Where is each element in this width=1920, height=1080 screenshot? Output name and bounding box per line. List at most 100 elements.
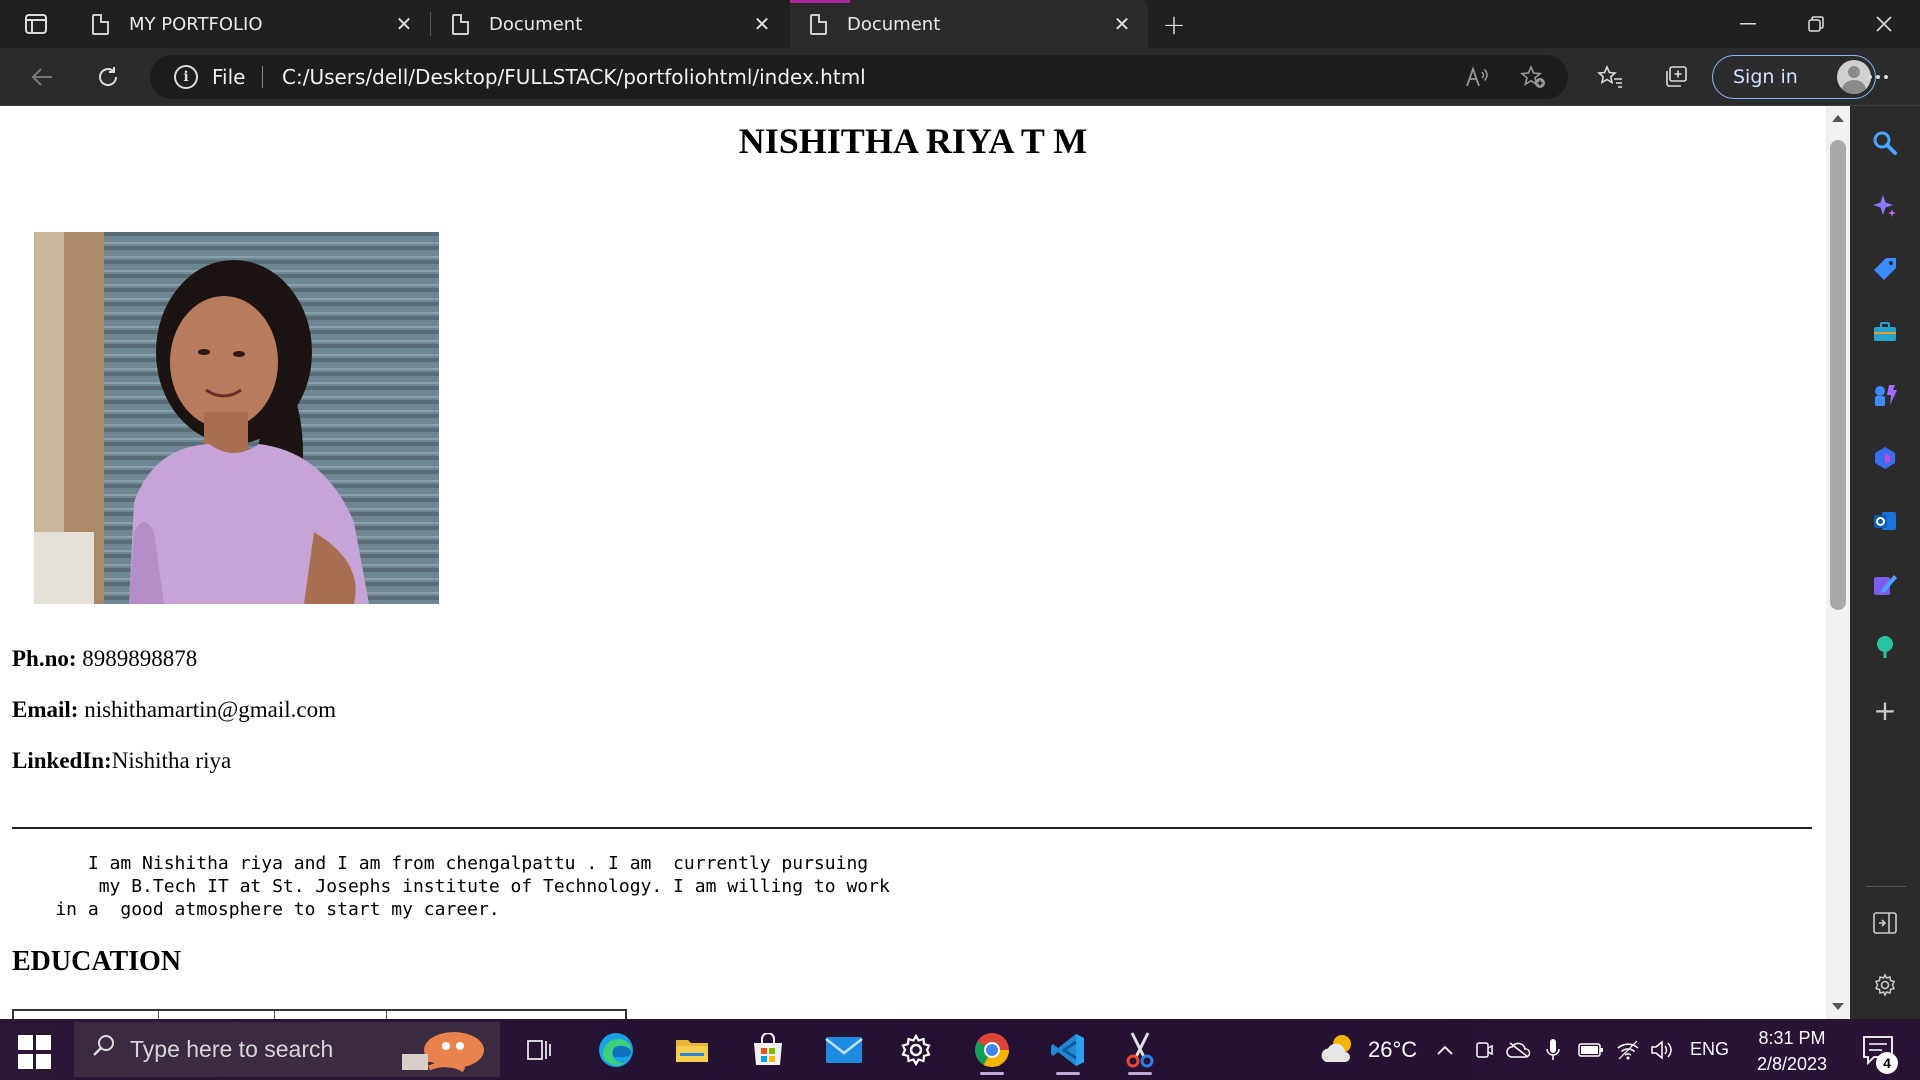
table-cell	[387, 1011, 625, 1019]
show-hidden-icons[interactable]	[1436, 1019, 1454, 1080]
tab-document-1[interactable]: Document ✕	[432, 0, 788, 48]
info-icon[interactable]: i	[174, 65, 198, 89]
tab-document-2-active[interactable]: Document ✕	[790, 0, 1148, 48]
tab-label: Document	[489, 13, 583, 35]
mail-icon[interactable]	[816, 1025, 872, 1075]
tab-strip: MY PORTFOLIO ✕ Document ✕ Document ✕ +	[0, 0, 1920, 48]
sidebar-discover-icon[interactable]	[1868, 189, 1902, 223]
snipping-tool-icon[interactable]	[1112, 1025, 1168, 1075]
document-icon	[810, 13, 827, 35]
taskbar-search-box[interactable]: Type here to search	[74, 1022, 500, 1077]
weather-widget[interactable]: 26°C	[1318, 1019, 1417, 1080]
email-label: Email:	[12, 697, 79, 722]
phone-value: 8989898878	[76, 646, 198, 671]
tab-close-icon[interactable]: ✕	[1110, 12, 1134, 36]
back-button[interactable]	[22, 58, 62, 96]
language-indicator[interactable]: ENG	[1690, 1019, 1729, 1080]
tab-loading-indicator	[790, 0, 850, 3]
sign-in-button[interactable]: Sign in	[1712, 55, 1876, 99]
tab-label: Document	[847, 13, 941, 35]
page-viewport: NISHITHA RIYA T M Ph.no: 8989898878 Emai…	[0, 106, 1826, 1019]
tab-separator	[430, 12, 431, 36]
windows-taskbar: Type here to search 26°C ENG 8:31 PM 2/8…	[0, 1019, 1920, 1080]
volume-icon[interactable]	[1650, 1019, 1674, 1080]
sidebar-settings-icon[interactable]	[1868, 968, 1902, 1002]
clock-date: 2/8/2023	[1756, 1054, 1828, 1074]
battery-icon[interactable]	[1578, 1019, 1604, 1080]
windows-start-icon[interactable]	[18, 1035, 52, 1069]
restore-button[interactable]	[1782, 0, 1850, 48]
linkedin-label: LinkedIn:	[12, 748, 112, 773]
linkedin-value: Nishitha riya	[111, 748, 232, 773]
wifi-icon[interactable]	[1616, 1019, 1640, 1080]
phone-label: Ph.no:	[12, 646, 77, 671]
page-title: NISHITHA RIYA T M	[738, 121, 1088, 161]
weather-temp: 26°C	[1368, 1036, 1418, 1062]
task-view-icon[interactable]	[512, 1025, 568, 1075]
scroll-down-icon[interactable]	[1832, 1003, 1844, 1010]
vscode-app-icon[interactable]	[1040, 1025, 1096, 1075]
browser-toolbar: i File C:/Users/dell/Desktop/FULLSTACK/p…	[0, 48, 1920, 106]
sidebar-outlook-icon[interactable]	[1868, 504, 1902, 538]
settings-app-icon[interactable]	[888, 1025, 944, 1075]
table-cell	[275, 1011, 387, 1019]
email-line: Email: nishithamartin@gmail.com	[12, 697, 336, 723]
sidebar-search-icon[interactable]	[1868, 126, 1902, 160]
tab-close-icon[interactable]: ✕	[392, 12, 416, 36]
meet-now-icon[interactable]	[1474, 1019, 1494, 1080]
sidebar-tree-icon[interactable]	[1868, 630, 1902, 664]
education-heading: EDUCATION	[12, 946, 182, 977]
sidebar-games-icon[interactable]	[1868, 378, 1902, 412]
microphone-icon[interactable]	[1546, 1019, 1560, 1080]
sidebar-tools-icon[interactable]	[1868, 315, 1902, 349]
taskbar-clock[interactable]: 8:31 PM 2/8/2023	[1736, 1025, 1848, 1077]
address-divider	[262, 66, 263, 88]
page-scrollbar[interactable]	[1826, 106, 1850, 1019]
address-bar[interactable]: i File C:/Users/dell/Desktop/FULLSTACK/p…	[150, 55, 1568, 99]
tab-actions-icon[interactable]	[16, 10, 56, 38]
minimize-button[interactable]	[1714, 0, 1782, 48]
more-menu-icon[interactable]	[1858, 58, 1898, 96]
tab-label: MY PORTFOLIO	[129, 13, 263, 35]
new-tab-button[interactable]: +	[1158, 8, 1190, 41]
microsoft-store-icon[interactable]	[740, 1025, 796, 1075]
profile-photo	[34, 232, 439, 604]
refresh-button[interactable]	[88, 58, 128, 96]
education-table	[12, 1009, 627, 1019]
scroll-thumb[interactable]	[1830, 140, 1846, 610]
favorites-icon[interactable]	[1590, 58, 1630, 96]
document-icon	[92, 13, 109, 35]
clock-time: 8:31 PM	[1758, 1028, 1826, 1048]
horizontal-rule	[12, 827, 1812, 829]
scheme-label: File	[212, 65, 246, 89]
sidebar-collapse-icon[interactable]	[1868, 906, 1902, 940]
read-aloud-icon[interactable]	[1462, 63, 1492, 91]
edge-app-icon[interactable]	[588, 1025, 644, 1075]
sidebar-add-icon[interactable]: +	[1868, 693, 1902, 727]
search-icon	[92, 1034, 116, 1065]
search-placeholder: Type here to search	[130, 1036, 334, 1062]
chrome-app-icon[interactable]	[964, 1025, 1020, 1075]
onedrive-icon[interactable]	[1506, 1019, 1532, 1080]
tab-close-icon[interactable]: ✕	[750, 12, 774, 36]
sidebar-drop-icon[interactable]	[1868, 567, 1902, 601]
tab-my-portfolio[interactable]: MY PORTFOLIO ✕	[72, 0, 430, 48]
phone-line: Ph.no: 8989898878	[12, 646, 197, 672]
close-window-button[interactable]	[1850, 0, 1918, 48]
search-highlight-icon	[402, 1032, 484, 1073]
table-cell	[159, 1011, 275, 1019]
email-value: nishithamartin@gmail.com	[78, 697, 336, 722]
file-explorer-icon[interactable]	[664, 1025, 720, 1075]
url-text[interactable]: C:/Users/dell/Desktop/FULLSTACK/portfoli…	[282, 65, 866, 89]
weather-icon	[1321, 1034, 1351, 1062]
notification-count-badge: 4	[1876, 1052, 1898, 1074]
document-icon	[452, 13, 469, 35]
add-favorite-icon[interactable]	[1518, 63, 1548, 91]
scroll-up-icon[interactable]	[1832, 115, 1844, 122]
sidebar-office-icon[interactable]	[1868, 441, 1902, 475]
sidebar-shopping-icon[interactable]	[1868, 252, 1902, 286]
linkedin-line: LinkedIn:Nishitha riya	[12, 748, 231, 774]
sidebar-separator	[1866, 886, 1906, 887]
sign-in-label: Sign in	[1733, 66, 1798, 88]
collections-icon[interactable]	[1656, 58, 1696, 96]
